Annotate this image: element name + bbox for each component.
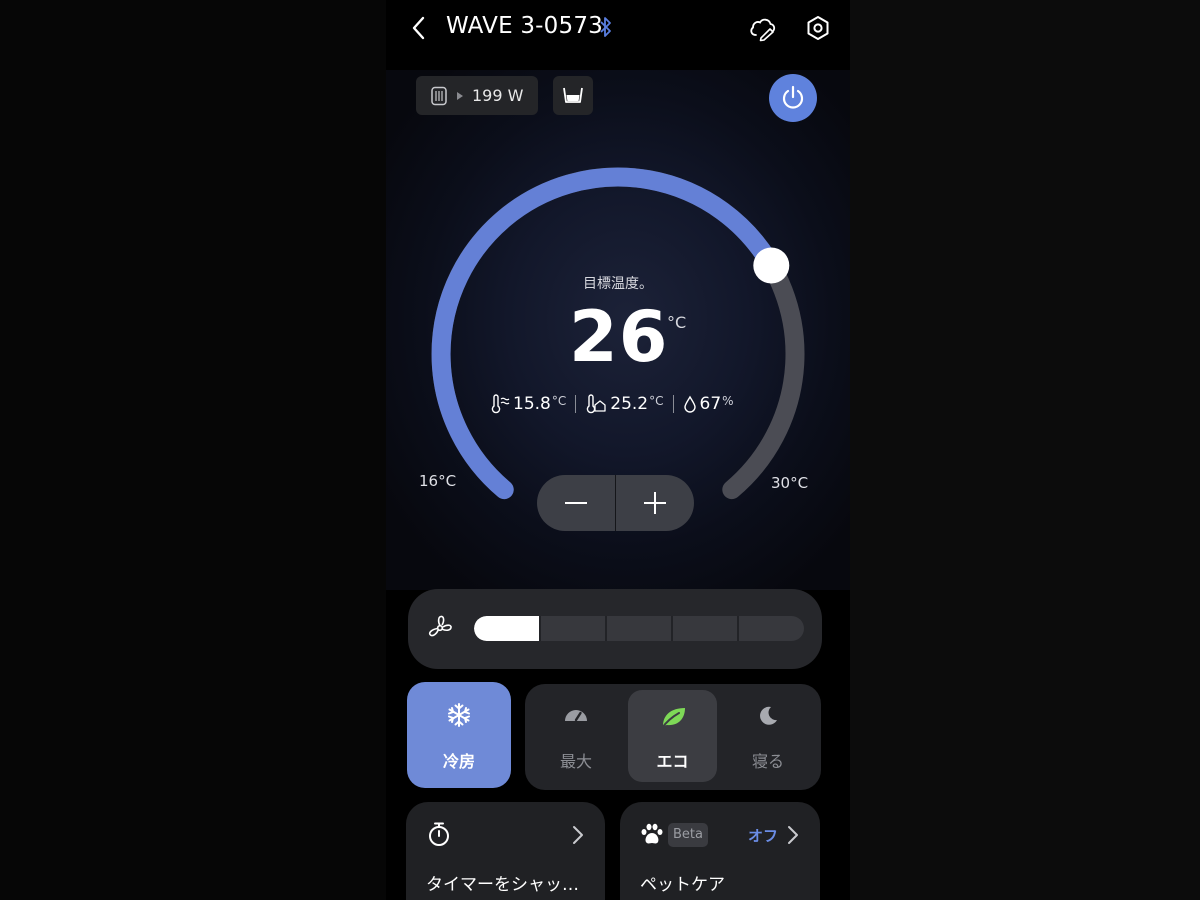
speedometer-icon — [565, 710, 587, 722]
dial-max-label: 30°C — [771, 474, 809, 492]
arrow-right-icon — [457, 91, 463, 100]
indoor-temperature-icon — [586, 394, 606, 414]
plus-icon-stem — [654, 492, 656, 514]
timer-card[interactable]: タイマーをシャッ… — [406, 802, 605, 900]
humidity-icon — [683, 395, 696, 413]
fan-speed-fill — [474, 616, 540, 641]
cloud-sync-icon[interactable] — [748, 14, 778, 42]
fan-speed-segment-divider — [539, 616, 541, 641]
beta-badge: Beta — [668, 823, 708, 847]
bluetooth-icon — [600, 17, 611, 37]
outdoor-temperature-unit: °C — [551, 394, 567, 408]
water-tank-icon — [563, 87, 583, 103]
power-draw-value: 199 W — [472, 86, 524, 105]
fan-speed-panel — [408, 589, 822, 669]
cool-mode-label: 冷房 — [442, 752, 475, 771]
settings-icon[interactable] — [804, 14, 832, 42]
power-consumption-chip[interactable]: 199 W — [416, 76, 538, 115]
increase-temperature-button[interactable] — [616, 475, 694, 531]
sensor-readings: 15.8 °C 25.2 °C 67 % — [490, 392, 734, 416]
fan-speed-segment-divider — [605, 616, 607, 641]
humidity-unit: % — [722, 394, 734, 408]
leaf-icon — [661, 708, 685, 729]
reading-divider — [575, 395, 577, 413]
sleep-mode-label: 寝る — [751, 752, 784, 771]
power-button[interactable] — [769, 74, 817, 122]
mode-selector: 最大 エコ 寝る — [525, 684, 821, 790]
outdoor-temperature-value: 15.8 — [513, 394, 551, 414]
target-temperature-value: 26 — [569, 296, 669, 378]
back-icon[interactable] — [408, 14, 432, 42]
eco-mode-button[interactable]: エコ — [628, 690, 717, 782]
left-backdrop — [0, 0, 386, 900]
pet-care-status: オフ — [748, 827, 779, 845]
timer-label: タイマーをシャッ… — [426, 875, 579, 895]
indoor-temperature-value: 25.2 — [610, 394, 649, 414]
target-temperature-label: 目標温度。 — [583, 276, 653, 292]
max-mode-label: 最大 — [559, 752, 592, 771]
fan-speed-segment-divider — [671, 616, 673, 641]
phone-screen: WAVE 3-0573 199 W 目標温度。 26 °C 15.8 °C 25… — [386, 0, 850, 900]
indoor-temperature-unit: °C — [649, 394, 664, 408]
cool-mode-button[interactable]: 冷房 — [407, 682, 511, 788]
reading-divider — [672, 395, 674, 413]
target-temperature-unit: °C — [667, 313, 687, 332]
outdoor-temperature-icon — [491, 394, 510, 414]
snowflake-icon — [448, 703, 470, 727]
pet-care-label: ペットケア — [640, 875, 725, 895]
chevron-right-icon — [788, 826, 798, 844]
chevron-right-icon — [573, 826, 583, 844]
fan-icon — [428, 615, 452, 637]
water-tank-button[interactable] — [553, 76, 593, 115]
power-icon — [782, 85, 804, 109]
dial-min-label: 16°C — [419, 472, 457, 490]
max-mode-button[interactable]: 最大 — [530, 684, 622, 790]
right-backdrop — [850, 0, 1200, 900]
device-title: WAVE 3-0573 — [446, 13, 603, 39]
eco-mode-label: エコ — [656, 752, 689, 771]
minus-icon — [565, 502, 587, 504]
temperature-stepper — [537, 475, 694, 531]
sleep-mode-button[interactable]: 寝る — [722, 684, 814, 790]
fan-speed-slider[interactable] — [474, 616, 804, 641]
device-unit-icon — [431, 86, 447, 105]
stopwatch-icon — [429, 822, 449, 846]
pet-care-card[interactable]: Beta オフ ペットケア — [620, 802, 820, 900]
moon-icon — [760, 706, 777, 725]
paw-icon — [641, 823, 663, 844]
humidity-value: 67 — [699, 394, 722, 414]
fan-speed-segment-divider — [737, 616, 739, 641]
decrease-temperature-button[interactable] — [537, 475, 615, 531]
